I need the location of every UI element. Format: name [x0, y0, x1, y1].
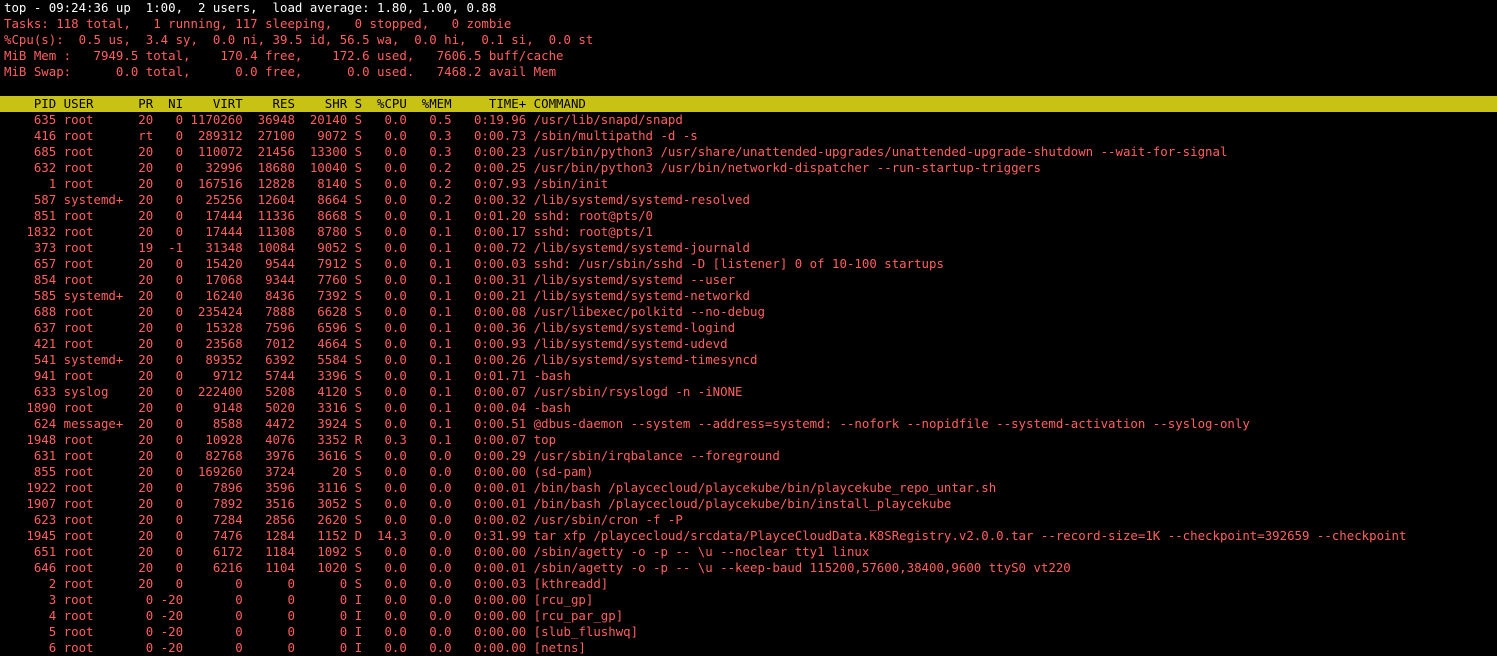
- process-row: 854 root 20 0 17068 9344 7760 S 0.0 0.1 …: [4, 272, 736, 287]
- mem-value: 7949.5 total, 170.4 free, 172.6 used, 76…: [71, 48, 564, 63]
- process-row: 416 root rt 0 289312 27100 9072 S 0.0 0.…: [4, 128, 698, 143]
- cpu-label: %Cpu(s):: [4, 32, 64, 47]
- process-row: 5 root 0 -20 0 0 0 I 0.0 0.0 0:00.00 [sl…: [4, 624, 639, 639]
- tasks-line: Tasks: 118 total, 1 running, 117 sleepin…: [0, 16, 1497, 32]
- process-row: 541 systemd+ 20 0 89352 6392 5584 S 0.0 …: [4, 352, 758, 367]
- process-row: 631 root 20 0 82768 3976 3616 S 0.0 0.0 …: [4, 448, 780, 463]
- process-row: 373 root 19 -1 31348 10084 9052 S 0.0 0.…: [4, 240, 750, 255]
- process-table-body: 635 root 20 0 1170260 36948 20140 S 0.0 …: [0, 112, 1497, 656]
- process-row: 632 root 20 0 32996 18680 10040 S 0.0 0.…: [4, 160, 1041, 175]
- process-row: 855 root 20 0 169260 3724 20 S 0.0 0.0 0…: [4, 464, 594, 479]
- mem-line: MiB Mem : 7949.5 total, 170.4 free, 172.…: [0, 48, 1497, 64]
- process-row: 651 root 20 0 6172 1184 1092 S 0.0 0.0 0…: [4, 544, 870, 559]
- process-row: 646 root 20 0 6216 1104 1020 S 0.0 0.0 0…: [4, 560, 1071, 575]
- process-row: 1922 root 20 0 7896 3596 3116 S 0.0 0.0 …: [4, 480, 997, 495]
- swap-label: MiB Swap:: [4, 64, 72, 79]
- process-row: 587 systemd+ 20 0 25256 12604 8664 S 0.0…: [4, 192, 750, 207]
- uptime-line: top - 09:24:36 up 1:00, 2 users, load av…: [4, 0, 497, 15]
- mem-label: MiB Mem :: [4, 48, 72, 63]
- process-row: 1907 root 20 0 7892 3516 3052 S 0.0 0.0 …: [4, 496, 952, 511]
- tasks-label: Tasks:: [4, 16, 49, 31]
- swap-value: 0.0 total, 0.0 free, 0.0 used. 7468.2 av…: [71, 64, 557, 79]
- process-row: 624 message+ 20 0 8588 4472 3924 S 0.0 0…: [4, 416, 1250, 431]
- process-row: 3 root 0 -20 0 0 0 I 0.0 0.0 0:00.00 [rc…: [4, 592, 594, 607]
- terminal-window[interactable]: top - 09:24:36 up 1:00, 2 users, load av…: [0, 0, 1497, 656]
- process-row: 421 root 20 0 23568 7012 4664 S 0.0 0.1 …: [4, 336, 728, 351]
- process-row: 657 root 20 0 15420 9544 7912 S 0.0 0.1 …: [4, 256, 944, 271]
- process-row: 585 systemd+ 20 0 16240 8436 7392 S 0.0 …: [4, 288, 750, 303]
- process-row: 635 root 20 0 1170260 36948 20140 S 0.0 …: [4, 112, 683, 127]
- process-row: 2 root 20 0 0 0 0 S 0.0 0.0 0:00.03 [kth…: [4, 576, 609, 591]
- process-row: 623 root 20 0 7284 2856 2620 S 0.0 0.0 0…: [4, 512, 683, 527]
- process-row: 1945 root 20 0 7476 1284 1152 D 14.3 0.0…: [4, 528, 1407, 543]
- process-row: 688 root 20 0 235424 7888 6628 S 0.0 0.1…: [4, 304, 765, 319]
- process-row: 1948 root 20 0 10928 4076 3352 R 0.3 0.1…: [4, 432, 557, 447]
- process-row: 1832 root 20 0 17444 11308 8780 S 0.0 0.…: [4, 224, 654, 239]
- process-row: 851 root 20 0 17444 11336 8668 S 0.0 0.1…: [4, 208, 654, 223]
- swap-line: MiB Swap: 0.0 total, 0.0 free, 0.0 used.…: [0, 64, 1497, 80]
- process-row: 633 syslog 20 0 222400 5208 4120 S 0.0 0…: [4, 384, 743, 399]
- process-row: 1 root 20 0 167516 12828 8140 S 0.0 0.2 …: [4, 176, 609, 191]
- process-row: 4 root 0 -20 0 0 0 I 0.0 0.0 0:00.00 [rc…: [4, 608, 624, 623]
- process-table-header: PID USER PR NI VIRT RES SHR S %CPU %MEM …: [0, 96, 1497, 112]
- process-row: 637 root 20 0 15328 7596 6596 S 0.0 0.1 …: [4, 320, 736, 335]
- cpu-value: 0.5 us, 3.4 sy, 0.0 ni, 39.5 id, 56.5 wa…: [63, 32, 594, 47]
- process-row: 1890 root 20 0 9148 5020 3316 S 0.0 0.1 …: [4, 400, 571, 415]
- process-row: 6 root 0 -20 0 0 0 I 0.0 0.0 0:00.00 [ne…: [4, 640, 586, 655]
- process-row: 941 root 20 0 9712 5744 3396 S 0.0 0.1 0…: [4, 368, 571, 383]
- process-row: 685 root 20 0 110072 21456 13300 S 0.0 0…: [4, 144, 1228, 159]
- cpu-line: %Cpu(s): 0.5 us, 3.4 sy, 0.0 ni, 39.5 id…: [0, 32, 1497, 48]
- tasks-value: 118 total, 1 running, 117 sleeping, 0 st…: [48, 16, 512, 31]
